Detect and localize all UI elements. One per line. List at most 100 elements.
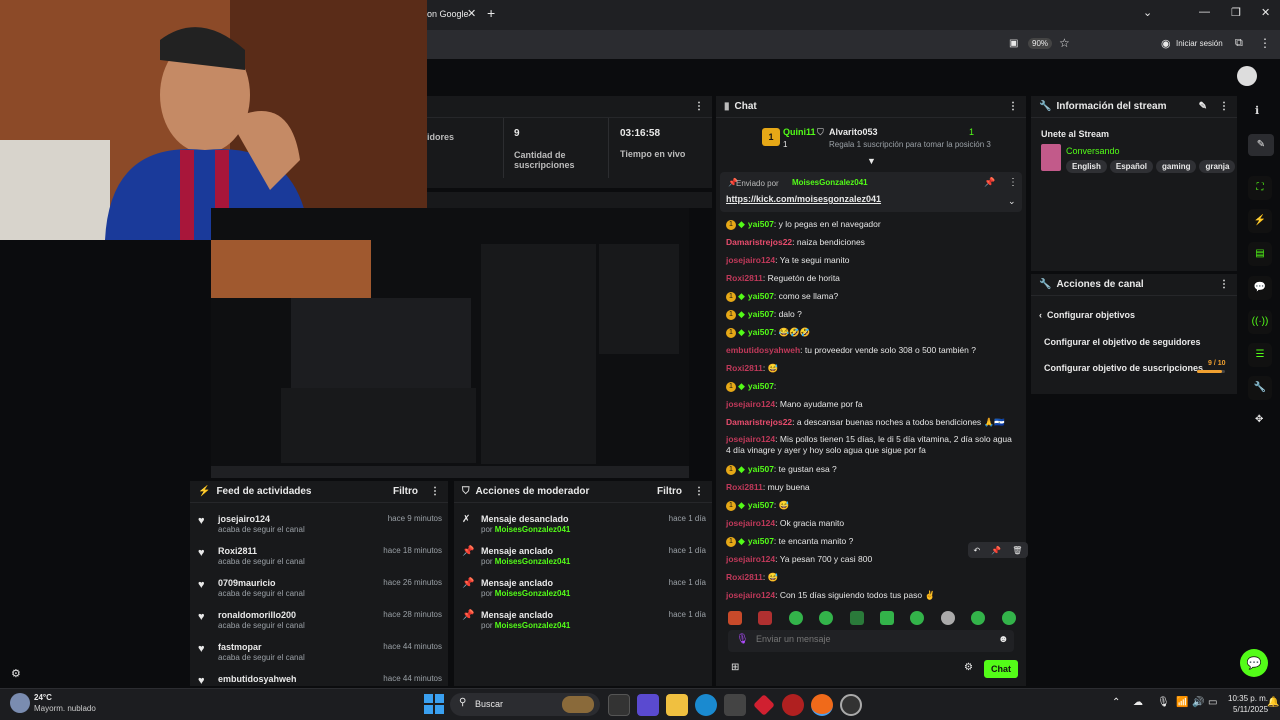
emoji-icon[interactable]: ☻ (998, 634, 1009, 645)
mod-action-user[interactable]: MoisesGonzalez041 (495, 589, 571, 598)
wifi-icon[interactable]: 📶 (1176, 697, 1188, 708)
battery-icon[interactable]: ▭ (1208, 697, 1217, 708)
feed-item[interactable]: ♥ embutidosyahweh hace 44 minutos (198, 674, 442, 686)
chat-username[interactable]: yai507 (748, 381, 774, 391)
feed-item[interactable]: ♥ ronaldomorillo200 acaba de seguir el can… (198, 610, 442, 640)
sub-goal-item[interactable]: Configurar objetivo de suscripciones (1044, 363, 1203, 373)
close-tab-icon[interactable]: ✕ (467, 7, 476, 20)
mod-menu-icon[interactable]: ⋮ (694, 486, 704, 497)
mod-action-user[interactable]: MoisesGonzalez041 (495, 525, 571, 534)
feed-user[interactable]: fastmopar (218, 642, 262, 652)
chat-username[interactable]: yai507 (748, 219, 774, 229)
mod-action-item[interactable]: 📌 Mensaje anclado por MoisesGonzalez041 hac… (462, 578, 706, 608)
chat-username[interactable]: yai507 (748, 500, 774, 510)
store-icon[interactable] (723, 694, 746, 716)
file-explorer-icon[interactable] (665, 694, 688, 716)
mic-icon[interactable]: 🎙 (736, 634, 749, 645)
chat-input[interactable] (756, 634, 986, 644)
chat-username[interactable]: Roxi2811 (726, 482, 763, 492)
notification-bell-icon[interactable]: 🔔 (1267, 697, 1279, 708)
follower-goal-item[interactable]: Configurar el objetivo de seguidores (1044, 337, 1201, 347)
new-tab-icon[interactable]: + (487, 5, 495, 21)
chat-bubble-fab-icon[interactable]: 💬 (1240, 649, 1268, 677)
chat-username[interactable]: josejairo124 (726, 590, 775, 600)
emote-icon[interactable] (880, 611, 894, 625)
star-icon[interactable]: ☆ (1059, 36, 1070, 50)
pinned-menu-icon[interactable]: ⋮ (1008, 177, 1018, 188)
app-icon[interactable] (752, 694, 775, 716)
copilot-icon[interactable] (636, 694, 659, 716)
browser-menu-icon[interactable]: ⋮ (1259, 36, 1271, 50)
chat-username[interactable]: josejairo124 (726, 554, 775, 564)
maximize-icon[interactable]: ❐ (1231, 6, 1241, 19)
chat-username[interactable]: yai507 (748, 327, 774, 337)
pinned-link[interactable]: https://kick.com/moisesgonzalez041 (726, 194, 881, 204)
zoom-level[interactable]: 90% (1028, 38, 1053, 49)
feed-user[interactable]: josejairo124 (218, 514, 270, 524)
mod-action-user[interactable]: MoisesGonzalez041 (495, 557, 571, 566)
chat-menu-icon[interactable]: ⋮ (1008, 101, 1018, 112)
gear-icon[interactable]: ⚙ (964, 662, 973, 673)
chat-username[interactable]: embutidosyahweh (726, 345, 800, 355)
weather-icon[interactable] (10, 693, 30, 713)
chat-username[interactable]: josejairo124 (726, 399, 775, 409)
mod-action-item[interactable]: 📌 Mensaje anclado por MoisesGonzalez041 hac… (462, 546, 706, 576)
feed-user[interactable]: ronaldomorillo200 (218, 610, 296, 620)
feed-menu-icon[interactable]: ⋮ (430, 486, 440, 497)
bolt-icon[interactable]: ⚡ (1248, 209, 1272, 233)
chat-send-button[interactable]: Chat (984, 660, 1018, 678)
firefox-icon[interactable] (810, 694, 833, 716)
pen-icon[interactable]: ✎ (1248, 134, 1274, 156)
top-user-2[interactable]: Alvarito053 (829, 127, 878, 137)
cloud-icon[interactable]: ☁ (1133, 697, 1143, 708)
list-icon[interactable]: ☰ (1248, 343, 1272, 367)
feed-user[interactable]: 0709mauricio (218, 578, 276, 588)
chevron-down-icon[interactable]: ⌄ (1143, 6, 1152, 19)
chat-username[interactable]: Damaristrejos22 (726, 417, 792, 427)
feed-item[interactable]: ♥ 0709mauricio acaba de seguir el canal hac… (198, 578, 442, 608)
browser-tab-title[interactable]: on Google (427, 9, 469, 19)
info-icon[interactable]: ℹ (1255, 104, 1259, 117)
emote-icon[interactable] (971, 611, 985, 625)
screen-icon[interactable]: ▣ (1009, 38, 1018, 49)
back-goals-button[interactable]: ‹ Configurar objetivos (1039, 310, 1135, 320)
expand-icon[interactable]: ⛶ (1248, 176, 1272, 200)
window-close-icon[interactable]: ✕ (1261, 6, 1270, 19)
emote-icon[interactable] (758, 611, 772, 625)
mod-action-user[interactable]: MoisesGonzalez041 (495, 621, 571, 630)
chat-username[interactable]: josejairo124 (726, 518, 775, 528)
unpin-icon[interactable]: 📌 (984, 177, 995, 188)
delete-icon[interactable]: 🗑 (1012, 546, 1022, 555)
settings-gear-icon[interactable]: ⚙ (11, 667, 21, 680)
chat-bubble-icon[interactable]: 💬 (1248, 276, 1272, 300)
avatar[interactable] (1237, 66, 1257, 86)
chat-username[interactable]: yai507 (748, 309, 774, 319)
clock[interactable]: 10:35 p. m. 5/11/2025 (1228, 694, 1268, 714)
emote-icon[interactable] (910, 611, 924, 625)
chat-username[interactable]: yai507 (748, 464, 774, 474)
broadcast-icon[interactable]: ((·)) (1248, 310, 1272, 334)
task-view-icon[interactable] (607, 694, 630, 716)
mod-filter-button[interactable]: Filtro (657, 486, 682, 497)
top-user-1[interactable]: Quini11 (783, 127, 816, 137)
mod-action-item[interactable]: 📌 Mensaje anclado por MoisesGonzalez041 hac… (462, 610, 706, 640)
emote-icon[interactable] (789, 611, 803, 625)
feed-filter-button[interactable]: Filtro (393, 486, 418, 497)
weather-temp[interactable]: 24°C (34, 693, 52, 702)
volume-icon[interactable]: 🔊 (1192, 697, 1204, 708)
feed-item[interactable]: ♥ Roxi2811 acaba de seguir el canal hace 18… (198, 546, 442, 576)
chevron-up-icon[interactable]: ⌃ (1112, 697, 1120, 708)
document-icon[interactable]: ▤ (1248, 242, 1272, 266)
minimize-icon[interactable]: — (1199, 6, 1210, 18)
scroll-down-icon[interactable]: ▼ (867, 156, 876, 166)
mic-icon[interactable]: 🎙 (1157, 697, 1170, 708)
signin-button[interactable]: Iniciar sesión (1176, 39, 1223, 48)
chat-username[interactable]: yai507 (748, 291, 774, 301)
chat-username[interactable]: yai507 (748, 536, 774, 546)
taskbar-search[interactable]: ⚲ Buscar (450, 693, 600, 716)
feed-user[interactable]: embutidosyahweh (218, 674, 297, 684)
gift-icon[interactable]: ⊞ (731, 662, 739, 673)
chat-username[interactable]: Damaristrejos22 (726, 237, 792, 247)
stream-category[interactable]: Conversando (1066, 146, 1120, 156)
feed-item[interactable]: ♥ fastmopar acaba de seguir el canal hace 4… (198, 642, 442, 672)
